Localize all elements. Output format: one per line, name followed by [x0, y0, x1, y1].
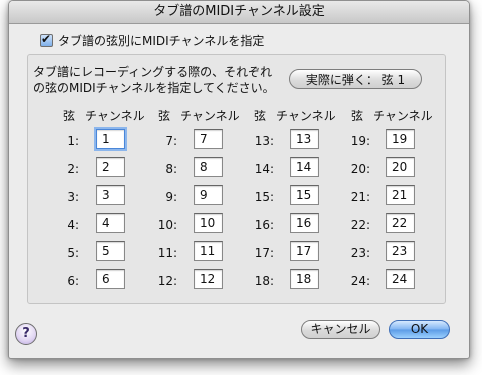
string-label: 20:	[350, 162, 370, 176]
play-string-button[interactable]: 実際に弾く： 弦 1	[289, 69, 422, 89]
channel-field-string-1[interactable]: 1	[96, 129, 125, 149]
string-label: 19:	[350, 134, 370, 148]
channel-field-string-15[interactable]: 15	[290, 185, 319, 205]
column-header-1: 弦チャンネル	[63, 107, 145, 124]
cancel-button[interactable]: キャンセル	[301, 320, 380, 339]
channel-field-string-7[interactable]: 7	[194, 129, 223, 149]
string-label: 18:	[254, 274, 274, 288]
channel-header: チャンネル	[276, 109, 336, 123]
channel-field-string-8[interactable]: 8	[194, 157, 223, 177]
string-label: 6:	[67, 274, 79, 288]
string-label: 15:	[254, 190, 274, 204]
channel-field-string-24[interactable]: 24	[386, 269, 415, 289]
channel-field-string-16[interactable]: 16	[290, 213, 319, 233]
main-checkbox[interactable]: ✔	[40, 31, 53, 47]
string-label: 16:	[254, 218, 274, 232]
main-checkbox-label: タブ譜の弦別にMIDIチャンネルを指定	[58, 33, 265, 48]
string-header: 弦	[254, 109, 267, 123]
channel-field-string-22[interactable]: 22	[386, 213, 415, 233]
string-label: 4:	[67, 218, 79, 232]
string-label: 10:	[157, 218, 177, 232]
channel-field-string-2[interactable]: 2	[96, 157, 125, 177]
description-text: タブ譜にレコーディングする際の、それぞれの弦のMIDIチャンネルを指定してくださ…	[33, 65, 275, 95]
string-label: 24:	[350, 274, 370, 288]
check-icon: ✔	[41, 31, 52, 46]
ok-button[interactable]: OK	[389, 320, 450, 339]
string-header: 弦	[351, 109, 364, 123]
main-checkbox-row[interactable]: ✔ タブ譜の弦別にMIDIチャンネルを指定	[40, 32, 264, 48]
window-title: タブ譜のMIDIチャンネル設定	[9, 1, 469, 24]
channel-field-string-11[interactable]: 11	[194, 241, 223, 261]
channel-field-string-12[interactable]: 12	[194, 269, 223, 289]
channel-field-string-17[interactable]: 17	[290, 241, 319, 261]
string-label: 8:	[165, 162, 177, 176]
string-label: 13:	[254, 134, 274, 148]
string-label: 23:	[350, 246, 370, 260]
string-label: 7:	[165, 134, 177, 148]
string-label: 3:	[67, 190, 79, 204]
column-header-2: 弦チャンネル	[158, 107, 240, 124]
channel-header: チャンネル	[180, 109, 240, 123]
channel-field-string-9[interactable]: 9	[194, 185, 223, 205]
string-label: 9:	[165, 190, 177, 204]
string-label: 22:	[350, 218, 370, 232]
help-button[interactable]: ?	[15, 323, 37, 345]
channel-field-string-6[interactable]: 6	[96, 269, 125, 289]
string-label: 1:	[67, 134, 79, 148]
string-label: 11:	[157, 246, 177, 260]
string-header: 弦	[158, 109, 171, 123]
column-header-4: 弦チャンネル	[351, 107, 433, 124]
channel-field-string-19[interactable]: 19	[386, 129, 415, 149]
string-label: 17:	[254, 246, 274, 260]
channel-field-string-5[interactable]: 5	[96, 241, 125, 261]
channel-field-string-10[interactable]: 10	[194, 213, 223, 233]
channel-field-string-4[interactable]: 4	[96, 213, 125, 233]
channel-field-string-3[interactable]: 3	[96, 185, 125, 205]
channel-field-string-20[interactable]: 20	[386, 157, 415, 177]
string-label: 2:	[67, 162, 79, 176]
channel-field-string-14[interactable]: 14	[290, 157, 319, 177]
string-label: 5:	[67, 246, 79, 260]
channel-field-string-23[interactable]: 23	[386, 241, 415, 261]
channel-header: チャンネル	[85, 109, 145, 123]
column-header-3: 弦チャンネル	[254, 107, 336, 124]
channel-header: チャンネル	[373, 109, 433, 123]
string-label: 14:	[254, 162, 274, 176]
channel-field-string-21[interactable]: 21	[386, 185, 415, 205]
string-label: 21:	[350, 190, 370, 204]
string-header: 弦	[63, 109, 76, 123]
channel-field-string-13[interactable]: 13	[290, 129, 319, 149]
string-label: 12:	[157, 274, 177, 288]
channel-field-string-18[interactable]: 18	[290, 269, 319, 289]
